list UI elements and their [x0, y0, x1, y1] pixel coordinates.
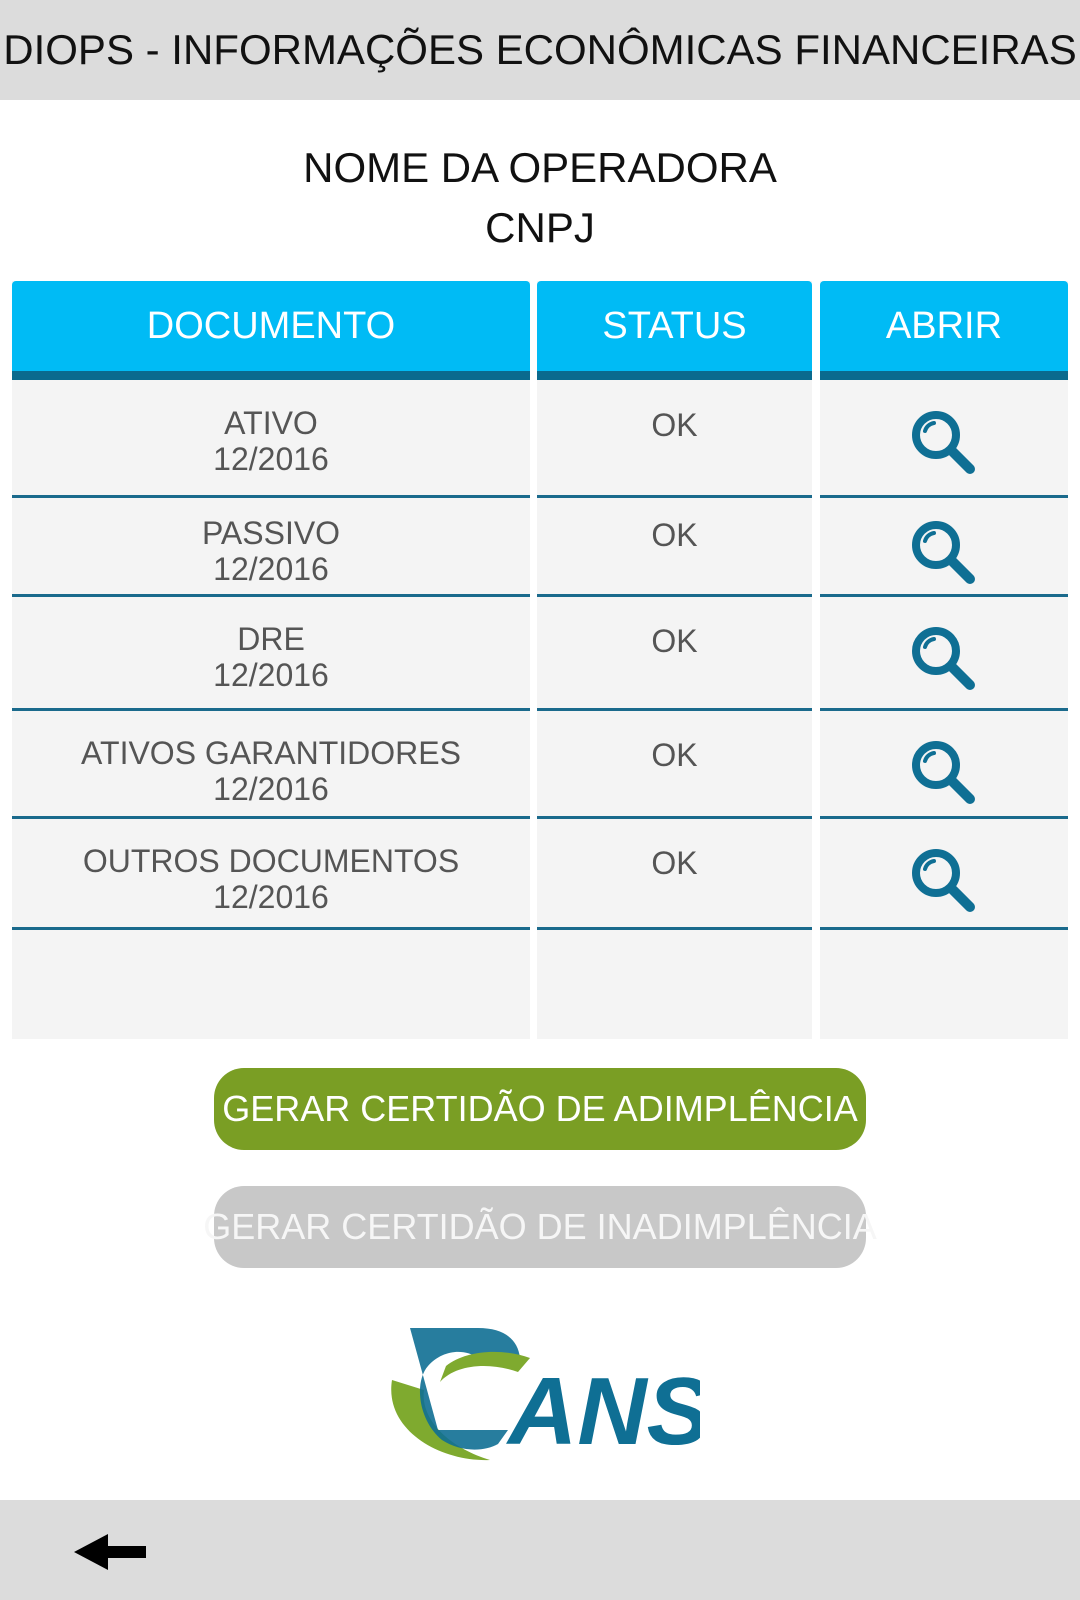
- status-cell: OK: [537, 491, 812, 597]
- status-cell: OK: [537, 381, 812, 498]
- back-arrow-icon[interactable]: [74, 1530, 148, 1574]
- document-cell: DRE 12/2016: [12, 597, 530, 711]
- app-title: DIOPS - INFORMAÇÕES ECONÔMICAS FINANCEIR…: [3, 26, 1077, 73]
- column-header-open: ABRIR: [820, 281, 1068, 380]
- top-bar: DIOPS - INFORMAÇÕES ECONÔMICAS FINANCEIR…: [0, 0, 1080, 100]
- status-cell: OK: [537, 711, 812, 819]
- status-value: OK: [651, 407, 698, 443]
- status-value: OK: [651, 737, 698, 773]
- open-cell[interactable]: [820, 491, 1068, 597]
- status-value: OK: [651, 623, 698, 659]
- document-cell: ATIVO 12/2016: [12, 381, 530, 498]
- document-period: 12/2016: [213, 879, 329, 915]
- generate-adimplencia-button[interactable]: GERAR CERTIDÃO DE ADIMPLÊNCIA: [214, 1068, 866, 1150]
- status-cell: OK: [537, 597, 812, 711]
- column-header-status: STATUS: [537, 281, 812, 380]
- operator-cnpj: CNPJ: [485, 204, 595, 251]
- document-name: DRE: [237, 621, 305, 657]
- open-cell[interactable]: [820, 711, 1068, 819]
- status-value: OK: [651, 845, 698, 881]
- ans-logo: ANS: [391, 1328, 700, 1465]
- generate-inadimplencia-button[interactable]: GERAR CERTIDÃO DE INADIMPLÊNCIA: [203, 1186, 877, 1268]
- document-cell: PASSIVO 12/2016: [12, 491, 530, 597]
- open-cell[interactable]: [820, 819, 1068, 930]
- document-name: PASSIVO: [201, 515, 341, 551]
- status-cell: OK: [537, 819, 812, 930]
- open-cell[interactable]: [820, 381, 1068, 498]
- document-cell: ATIVOS GARANTIDORES 12/2016: [12, 711, 530, 819]
- operator-name: NOME DA OPERADORA: [303, 144, 777, 191]
- magnifier-icon[interactable]: [910, 625, 978, 691]
- document-name: OUTROS DOCUMENTOS: [82, 843, 460, 879]
- operator-info: NOME DA OPERADORA CNPJ: [0, 138, 1080, 258]
- document-period: 12/2016: [213, 551, 329, 587]
- document-period: 12/2016: [213, 657, 329, 693]
- open-cell[interactable]: [820, 597, 1068, 711]
- document-period: 12/2016: [213, 771, 329, 807]
- magnifier-icon[interactable]: [910, 847, 978, 913]
- magnifier-icon[interactable]: [910, 519, 978, 585]
- column-header-document: DOCUMENTO: [12, 281, 530, 380]
- ans-logo-text: ANS: [506, 1358, 700, 1465]
- bottom-bar: [0, 1500, 1080, 1600]
- document-name: ATIVO: [224, 405, 318, 441]
- status-value: OK: [651, 517, 698, 553]
- document-period: 12/2016: [213, 441, 329, 477]
- document-cell: OUTROS DOCUMENTOS 12/2016: [12, 819, 530, 930]
- magnifier-icon[interactable]: [910, 739, 978, 805]
- document-name: ATIVOS GARANTIDORES: [81, 735, 461, 771]
- magnifier-icon[interactable]: [910, 409, 978, 475]
